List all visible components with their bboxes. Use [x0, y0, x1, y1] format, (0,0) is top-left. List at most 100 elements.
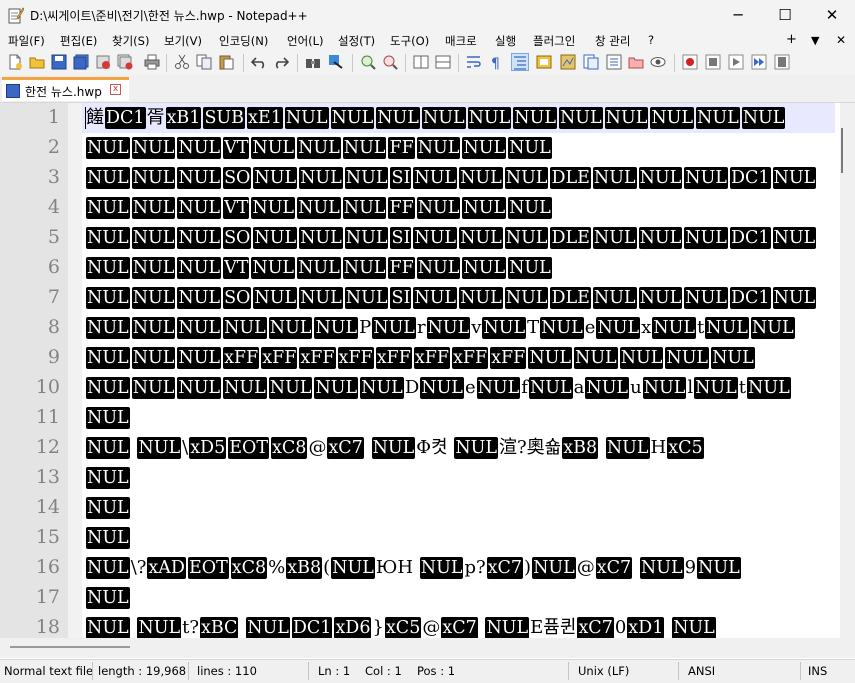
- monitoring-icon[interactable]: [650, 54, 666, 70]
- menu-language[interactable]: 언어(L): [287, 33, 324, 49]
- folder-workspace-icon[interactable]: [628, 54, 644, 70]
- control-char-token: xC7: [577, 617, 614, 638]
- sync-horizontal-icon[interactable]: [435, 54, 451, 70]
- menu-help[interactable]: ?: [648, 33, 654, 47]
- control-char-token: NUL: [684, 227, 728, 249]
- text-line[interactable]: NUL NUL NUL VT NUL NUL NUL FF NUL NUL NUL: [85, 193, 835, 223]
- menu-macro[interactable]: 매크로: [445, 33, 477, 49]
- doc-map-icon[interactable]: [560, 54, 576, 70]
- control-char-token: NUL: [131, 137, 176, 159]
- document-tab[interactable]: 한전 뉴스.hwp x: [2, 77, 129, 101]
- control-char-token: NUL: [342, 257, 387, 279]
- text-line[interactable]: NUL NUL NUL VT NUL NUL NUL FF NUL NUL NUL: [85, 133, 835, 163]
- cut-icon[interactable]: [174, 54, 190, 70]
- text-run: H: [650, 437, 667, 458]
- print-icon[interactable]: [144, 54, 160, 70]
- control-char-token: NUL: [86, 167, 130, 189]
- tab-list-icon[interactable]: ▼: [811, 34, 819, 47]
- control-char-token: NUL: [131, 257, 176, 279]
- text-line[interactable]: NUL NUL NUL SO NUL NUL NUL SI NUL NUL NUL DLE NUL NUL…: [85, 163, 835, 193]
- word-wrap-icon[interactable]: [466, 54, 482, 70]
- text-line[interactable]: NUL: [85, 583, 835, 613]
- control-char-token: NUL: [268, 377, 313, 399]
- fold-margin[interactable]: [68, 103, 82, 638]
- control-char-token: NUL: [772, 287, 817, 309]
- text-line[interactable]: NUL: [85, 523, 835, 553]
- menu-window[interactable]: 창 관리: [595, 33, 630, 49]
- doc-list-icon[interactable]: [583, 54, 599, 70]
- menu-encoding[interactable]: 인코딩(N): [219, 33, 268, 49]
- text-line[interactable]: 饈 DC1 胥 xB1 SUB xE1 NUL NUL NUL NUL NUL NUL NUL NUL NU…: [85, 103, 835, 133]
- text-line[interactable]: NUL NUL NUL VT NUL NUL NUL FF NUL NUL NUL: [85, 253, 835, 283]
- copy-icon[interactable]: [196, 54, 212, 70]
- add-tab-icon[interactable]: +: [786, 32, 797, 47]
- close-doc-icon[interactable]: ✕: [836, 33, 846, 47]
- text-run: \: [182, 437, 189, 458]
- control-char-token: NUL: [297, 257, 341, 279]
- menu-search[interactable]: 찾기(S): [112, 33, 149, 49]
- control-char-token: SI: [390, 167, 412, 189]
- control-char-token: NUL: [131, 287, 176, 309]
- new-file-icon[interactable]: [7, 54, 23, 70]
- control-char-token: NUL: [694, 377, 738, 399]
- minimize-button[interactable]: ─: [715, 0, 761, 31]
- text-line[interactable]: NUL NUL NUL xFF xFF xFF xFF xFF xFF xFF xFF NUL NUL N…: [85, 343, 835, 373]
- sync-vertical-icon[interactable]: [413, 54, 429, 70]
- text-line[interactable]: NUL: [85, 493, 835, 523]
- replace-icon[interactable]: [328, 54, 344, 70]
- horizontal-scrollbar[interactable]: [0, 638, 855, 658]
- text-line[interactable]: NUL NUL NUL SO NUL NUL NUL SI NUL NUL NUL DLE NUL NUL…: [85, 283, 835, 313]
- menu-view[interactable]: 보기(V): [164, 33, 202, 49]
- text-line[interactable]: NUL NUL t? xBC NUL DC1 xD6} xC5 @ xC7 NUL E퓸퀸 xC7…: [85, 613, 835, 638]
- control-char-token: xC7: [327, 437, 364, 459]
- menu-tools[interactable]: 도구(O): [390, 33, 429, 49]
- menu-file[interactable]: 파일(F): [8, 33, 45, 49]
- menu-settings[interactable]: 설정(T): [338, 33, 375, 49]
- stop-macro-icon[interactable]: [705, 54, 721, 70]
- line-number: 6: [47, 256, 60, 278]
- vertical-scrollbar[interactable]: [840, 103, 855, 638]
- save-all-icon[interactable]: [73, 54, 89, 70]
- function-list-icon[interactable]: [606, 54, 622, 70]
- undo-icon[interactable]: [251, 54, 267, 70]
- play-macro-icon[interactable]: [728, 54, 744, 70]
- control-char-token: NUL: [574, 347, 618, 369]
- text-content[interactable]: 饈 DC1 胥 xB1 SUB xE1 NUL NUL NUL NUL NUL NUL NUL NUL NU…: [85, 103, 835, 638]
- save-macro-icon[interactable]: [774, 54, 790, 70]
- close-file-icon[interactable]: [95, 54, 111, 70]
- menu-plugins[interactable]: 플러그인: [533, 33, 575, 49]
- record-macro-icon[interactable]: [682, 54, 698, 70]
- zoom-in-icon[interactable]: [360, 54, 376, 70]
- save-icon[interactable]: [51, 54, 67, 70]
- maximize-button[interactable]: ☐: [762, 0, 808, 31]
- text-line[interactable]: NUL NUL \ xD5 EOT xC8 @ xC7 NUL Φ켯 NUL 渲?奧숇 xB8 N…: [85, 433, 835, 463]
- indent-guide-icon[interactable]: [511, 53, 529, 71]
- redo-icon[interactable]: [273, 54, 289, 70]
- text-line[interactable]: NUL: [85, 403, 835, 433]
- text-line[interactable]: NUL \? xAD EOT xC8% xB8(NUL ЮH NUL p? xC7) NUL @ xC…: [85, 553, 835, 583]
- horizontal-scroll-thumb[interactable]: [10, 646, 130, 648]
- tab-close-icon[interactable]: x: [110, 84, 121, 95]
- editor-area[interactable]: 1 2 3 4 5 6 7 8 9 10 11 12 13 14 15 16 17 18 饈 DC1 胥 xB1 SUB x…: [0, 103, 840, 638]
- tab-label: 한전 뉴스.hwp: [25, 85, 102, 99]
- paste-icon[interactable]: [218, 54, 234, 70]
- zoom-out-icon[interactable]: [382, 54, 398, 70]
- menu-run[interactable]: 실행: [495, 33, 516, 49]
- text-line[interactable]: NUL NUL NUL SO NUL NUL NUL SI NUL NUL NUL DLE NUL NUL…: [85, 223, 835, 253]
- run-macro-multiple-icon[interactable]: [751, 54, 767, 70]
- show-all-chars-icon[interactable]: ¶: [488, 54, 504, 70]
- vertical-scroll-thumb[interactable]: [841, 128, 843, 173]
- text-line[interactable]: NUL: [85, 463, 835, 493]
- control-char-token: NUL: [177, 167, 222, 189]
- text-line[interactable]: NUL NUL NUL NUL NUL NUL P NUL r NUL v NUL T NUL e NUL x N…: [85, 313, 835, 343]
- text-run: [365, 437, 371, 458]
- control-char-token: DC1: [729, 167, 771, 189]
- close-window-button[interactable]: ✕: [809, 0, 855, 31]
- find-icon[interactable]: [305, 54, 321, 70]
- open-file-icon[interactable]: [29, 54, 45, 70]
- menu-edit[interactable]: 편집(E): [60, 33, 97, 49]
- udl-icon[interactable]: [536, 54, 552, 70]
- close-all-icon[interactable]: [117, 54, 133, 70]
- control-char-token: NUL: [299, 167, 343, 189]
- text-line[interactable]: NUL NUL NUL NUL NUL NUL NUL D NUL e NUL f NUL a NUL u NU…: [85, 373, 835, 403]
